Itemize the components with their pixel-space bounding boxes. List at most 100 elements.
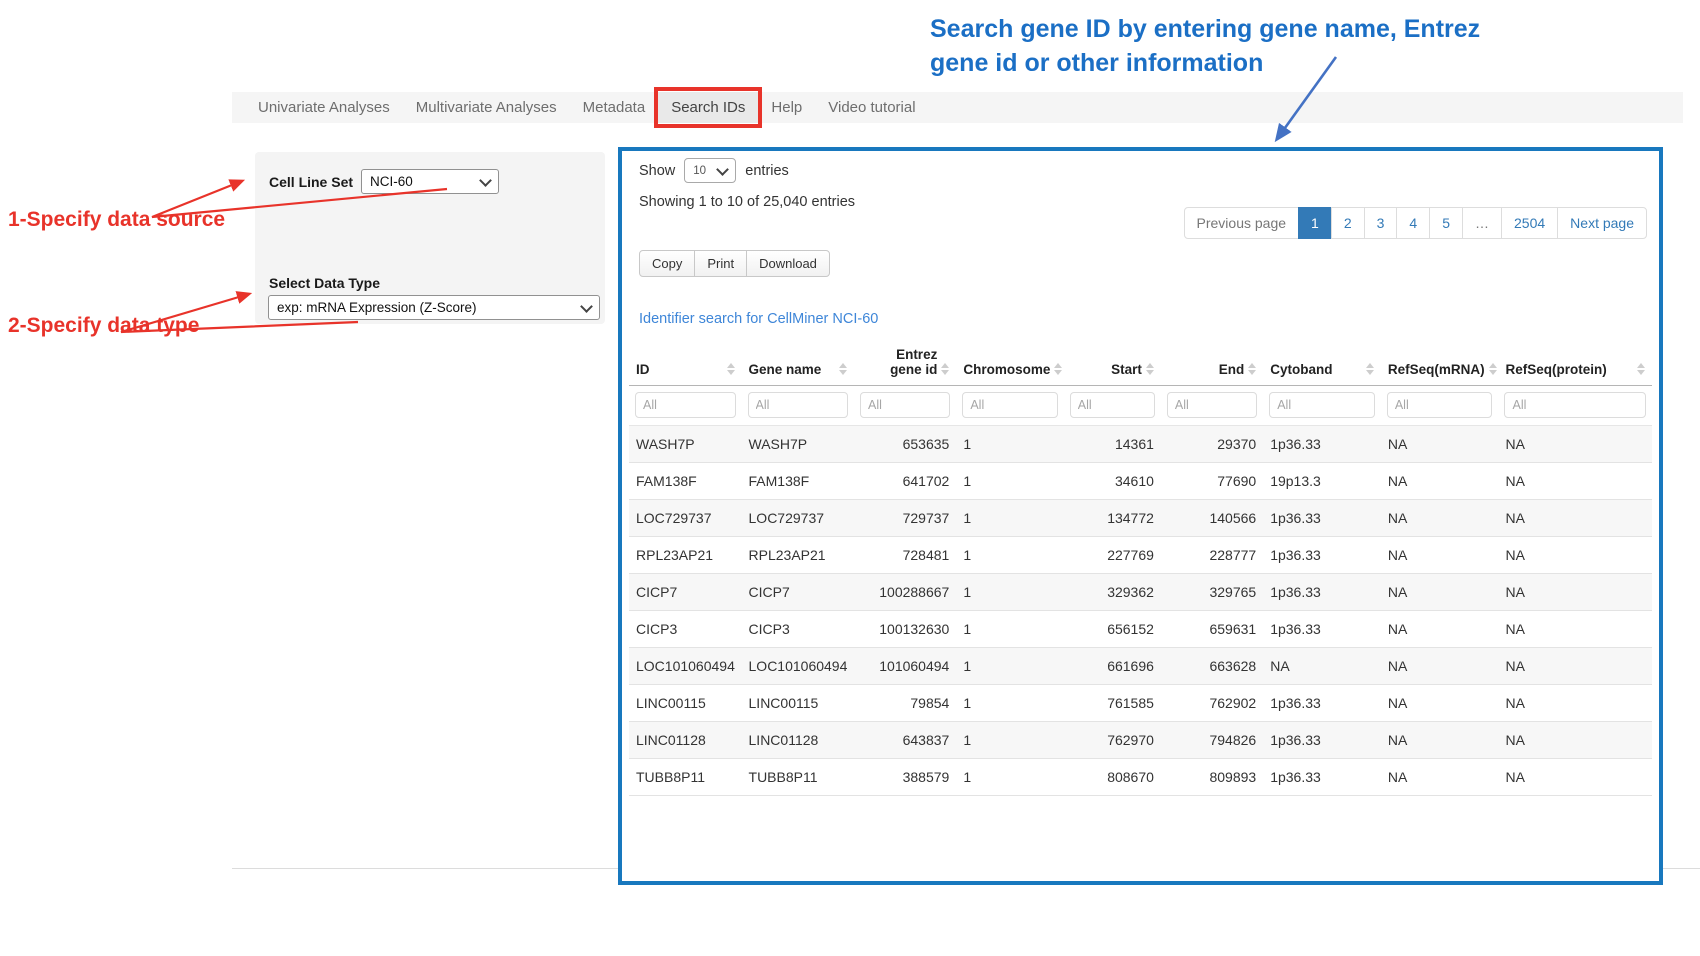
cell-start: 656152 <box>1064 611 1161 648</box>
sort-up-icon <box>1366 363 1374 368</box>
data-type-value: exp: mRNA Expression (Z-Score) <box>277 300 477 315</box>
cell-cytoband: 19p13.3 <box>1263 463 1381 500</box>
column-header-inner: Cytoband <box>1270 362 1374 377</box>
table-row: LINC01128LINC0112864383717629707948261p3… <box>629 722 1652 759</box>
cell-start: 661696 <box>1064 648 1161 685</box>
column-header-inner: End <box>1168 362 1256 377</box>
cell-cytoband: 1p36.33 <box>1263 722 1381 759</box>
cell-id: WASH7P <box>629 426 742 463</box>
sort-up-icon <box>1637 363 1645 368</box>
column-label: Entrez gene id <box>861 347 937 377</box>
cell-end: 663628 <box>1161 648 1263 685</box>
cell-entrez-gene-id: 79854 <box>854 685 956 722</box>
previous-page-button[interactable]: Previous page <box>1184 207 1300 239</box>
filter-input-end[interactable] <box>1167 392 1257 418</box>
column-header-chromosome[interactable]: Chromosome <box>956 333 1063 386</box>
cell-chromosome: 1 <box>956 463 1063 500</box>
nav-tabs: Univariate AnalysesMultivariate Analyses… <box>232 92 1683 123</box>
cell-end: 140566 <box>1161 500 1263 537</box>
sort-icon <box>941 363 949 377</box>
filter-input-chromosome[interactable] <box>962 392 1057 418</box>
cell-entrez-gene-id: 728481 <box>854 537 956 574</box>
cell-cytoband: 1p36.33 <box>1263 500 1381 537</box>
identifier-search-link[interactable]: Identifier search for CellMiner NCI-60 <box>639 311 878 327</box>
download-button[interactable]: Download <box>746 250 830 277</box>
column-header-id[interactable]: ID <box>629 333 742 386</box>
cell-cytoband: 1p36.33 <box>1263 537 1381 574</box>
copy-button[interactable]: Copy <box>639 250 695 277</box>
table-row: LOC101060494LOC1010604941010604941661696… <box>629 648 1652 685</box>
search-ids-panel: Show 10 entries Showing 1 to 10 of 25,04… <box>618 147 1663 885</box>
step2-annotation: 2-Specify data type <box>8 314 199 338</box>
cell-chromosome: 1 <box>956 537 1063 574</box>
column-header-inner: Gene name <box>749 362 848 377</box>
filter-cell <box>742 386 855 426</box>
cell-start: 34610 <box>1064 463 1161 500</box>
print-button[interactable]: Print <box>694 250 747 277</box>
filter-input-cytoband[interactable] <box>1269 392 1375 418</box>
filter-input-refseq-mrna[interactable] <box>1387 392 1493 418</box>
cell-gene-name: LINC01128 <box>742 722 855 759</box>
column-header-refseq-protein[interactable]: RefSeq(protein) <box>1498 333 1652 386</box>
cell-end: 329765 <box>1161 574 1263 611</box>
cell-gene-name: LOC101060494 <box>742 648 855 685</box>
page-length-select[interactable]: 10 <box>684 158 736 183</box>
page-button-2[interactable]: 2 <box>1331 207 1365 239</box>
data-source-panel: Cell Line Set NCI-60 Select Data Type ex… <box>255 152 605 324</box>
cell-entrez-gene-id: 388579 <box>854 759 956 796</box>
column-header-gene-name[interactable]: Gene name <box>742 333 855 386</box>
cell-chromosome: 1 <box>956 611 1063 648</box>
page-button-[interactable]: … <box>1462 207 1502 239</box>
cell-entrez-gene-id: 643837 <box>854 722 956 759</box>
cell-id: CICP7 <box>629 574 742 611</box>
filter-input-refseq-protein[interactable] <box>1504 392 1646 418</box>
cell-entrez-gene-id: 100132630 <box>854 611 956 648</box>
column-header-refseq-mrna[interactable]: RefSeq(mRNA) <box>1381 333 1499 386</box>
filter-input-gene-name[interactable] <box>748 392 849 418</box>
page-button-5[interactable]: 5 <box>1429 207 1463 239</box>
page-button-4[interactable]: 4 <box>1396 207 1430 239</box>
tab-video-tutorial[interactable]: Video tutorial <box>815 92 928 123</box>
cell-chromosome: 1 <box>956 574 1063 611</box>
tab-search-ids[interactable]: Search IDs <box>658 92 758 123</box>
cell-cytoband: 1p36.33 <box>1263 426 1381 463</box>
page-button-2504[interactable]: 2504 <box>1501 207 1558 239</box>
filter-cell <box>1263 386 1381 426</box>
data-type-select[interactable]: exp: mRNA Expression (Z-Score) <box>268 295 600 320</box>
gene-table: ID Gene name Entrez gene id Chromosome Start… <box>629 333 1652 796</box>
table-row: LOC729737LOC72973772973711347721405661p3… <box>629 500 1652 537</box>
cell-end: 762902 <box>1161 685 1263 722</box>
cell-line-set-select[interactable]: NCI-60 <box>361 169 499 194</box>
tab-help[interactable]: Help <box>758 92 815 123</box>
column-header-cytoband[interactable]: Cytoband <box>1263 333 1381 386</box>
cell-start: 227769 <box>1064 537 1161 574</box>
filter-input-id[interactable] <box>635 392 736 418</box>
cell-cytoband: 1p36.33 <box>1263 611 1381 648</box>
cell-refseq-protein: NA <box>1498 685 1652 722</box>
tab-metadata[interactable]: Metadata <box>570 92 659 123</box>
page-button-1[interactable]: 1 <box>1298 207 1332 239</box>
page-button-3[interactable]: 3 <box>1364 207 1398 239</box>
sort-up-icon <box>1248 363 1256 368</box>
sort-down-icon <box>727 370 735 375</box>
cell-chromosome: 1 <box>956 500 1063 537</box>
tab-univariate-analyses[interactable]: Univariate Analyses <box>245 92 403 123</box>
cell-refseq-protein: NA <box>1498 722 1652 759</box>
filter-cell <box>629 386 742 426</box>
sort-up-icon <box>941 363 949 368</box>
table-row: RPL23AP21RPL23AP2172848112277692287771p3… <box>629 537 1652 574</box>
filter-cell <box>956 386 1063 426</box>
next-page-button[interactable]: Next page <box>1557 207 1647 239</box>
column-header-end[interactable]: End <box>1161 333 1263 386</box>
cell-chromosome: 1 <box>956 685 1063 722</box>
filter-input-start[interactable] <box>1070 392 1155 418</box>
tab-multivariate-analyses[interactable]: Multivariate Analyses <box>403 92 570 123</box>
column-label: RefSeq(protein) <box>1505 362 1606 377</box>
cell-start: 762970 <box>1064 722 1161 759</box>
sort-down-icon <box>839 370 847 375</box>
sort-down-icon <box>941 370 949 375</box>
column-header-inner: Start <box>1071 362 1154 377</box>
column-header-start[interactable]: Start <box>1064 333 1161 386</box>
column-header-entrez-gene-id[interactable]: Entrez gene id <box>854 333 956 386</box>
filter-input-entrez-gene-id[interactable] <box>860 392 950 418</box>
